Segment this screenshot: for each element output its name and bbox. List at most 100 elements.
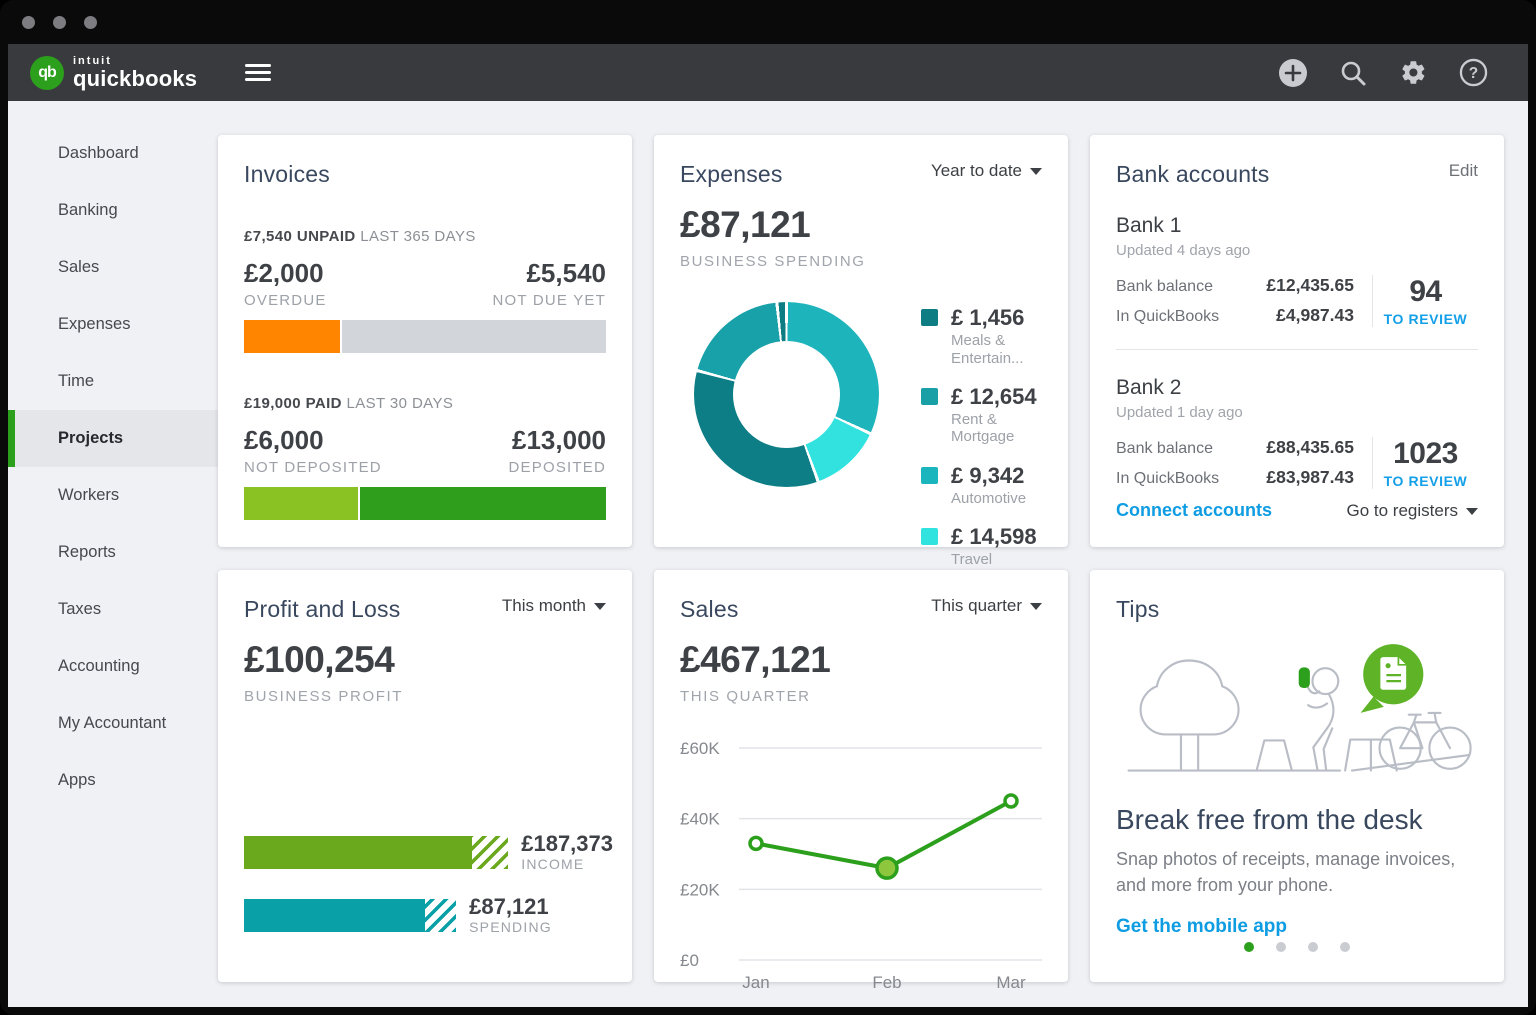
expenses-card-title: Expenses — [680, 161, 783, 188]
sidebar-item-dashboard[interactable]: Dashboard — [8, 125, 218, 182]
edit-link[interactable]: Edit — [1449, 161, 1478, 181]
sidebar-item-label: Apps — [58, 771, 96, 790]
unpaid-progress-bar[interactable] — [244, 320, 606, 353]
expenses-card: Expenses Year to date £87,121 BUSINESS S… — [654, 135, 1068, 547]
invoices-unpaid-section[interactable]: £7,540 UNPAID LAST 365 DAYS £2,000 £5,54… — [244, 228, 606, 353]
paid-summary: £19,000 PAID LAST 30 DAYS — [244, 395, 606, 412]
legend-label: Rent & Mortgage — [951, 411, 1042, 446]
hamburger-menu-icon[interactable] — [245, 60, 271, 85]
sidebar-item-time[interactable]: Time — [8, 353, 218, 410]
sales-range-select[interactable]: This quarter — [931, 596, 1042, 616]
carousel-dot-2[interactable] — [1276, 942, 1286, 952]
bank-updated: Updated 4 days ago — [1116, 242, 1478, 259]
expenses-donut-chart[interactable] — [694, 302, 879, 487]
window-dot-minimize[interactable] — [53, 16, 66, 29]
invoices-paid-section[interactable]: £19,000 PAID LAST 30 DAYS £6,000 £13,000… — [244, 395, 606, 520]
sidebar-item-taxes[interactable]: Taxes — [8, 581, 218, 638]
sidebar-item-my-accountant[interactable]: My Accountant — [8, 695, 218, 752]
connect-accounts-link[interactable]: Connect accounts — [1116, 500, 1272, 521]
bank-row-value: £4,987.43 — [1276, 305, 1354, 326]
sidebar-item-expenses[interactable]: Expenses — [8, 296, 218, 353]
pnl-bar-label: INCOME — [521, 857, 613, 872]
chevron-down-icon — [1030, 168, 1042, 175]
sidebar-item-label: Taxes — [58, 600, 101, 619]
bank-row-label: In QuickBooks — [1116, 470, 1219, 488]
search-icon[interactable] — [1338, 58, 1368, 88]
invoices-card-title: Invoices — [244, 161, 330, 188]
carousel-dot-3[interactable] — [1308, 942, 1318, 952]
chevron-down-icon — [1030, 603, 1042, 610]
chevron-down-icon — [1466, 508, 1478, 515]
sidebar-item-label: Sales — [58, 258, 99, 277]
sidebar-item-label: Reports — [58, 543, 116, 562]
sidebar-item-workers[interactable]: Workers — [8, 467, 218, 524]
sidebar-item-projects[interactable]: Projects — [8, 410, 218, 467]
pnl-bar-hatch — [425, 899, 456, 932]
tips-card-title: Tips — [1116, 596, 1159, 623]
sidebar-item-accounting[interactable]: Accounting — [8, 638, 218, 695]
sidebar-nav: Dashboard Banking Sales ExpensesTimeProject… — [8, 101, 218, 1007]
expenses-range-select[interactable]: Year to date — [931, 161, 1042, 181]
sidebar-item-banking[interactable]: Banking — [8, 182, 218, 239]
bank-account-block: Bank 2Updated 1 day agoBank balance£88,4… — [1116, 376, 1478, 489]
bank-row-value: £88,435.65 — [1266, 437, 1354, 458]
pnl-range-select[interactable]: This month — [502, 596, 606, 616]
help-icon[interactable]: ? — [1458, 58, 1488, 88]
window-dot-zoom[interactable] — [84, 16, 97, 29]
legend-value: £ 14,598 — [951, 524, 1042, 549]
get-mobile-app-link[interactable]: Get the mobile app — [1116, 916, 1287, 937]
carousel-dot-1[interactable] — [1244, 942, 1254, 952]
header-icons: ? — [1278, 58, 1488, 88]
gear-icon[interactable] — [1398, 58, 1428, 88]
sidebar-item-sales[interactable]: Sales — [8, 239, 218, 296]
svg-text:£20K: £20K — [680, 880, 720, 899]
svg-text:Mar: Mar — [996, 973, 1026, 992]
svg-text:Jan: Jan — [742, 973, 769, 992]
to-review-button[interactable]: 94 TO REVIEW — [1372, 275, 1478, 327]
bank-row-label: Bank balance — [1116, 440, 1213, 458]
legend-item[interactable]: £ 12,654Rent & Mortgage — [921, 384, 1042, 446]
window-titlebar — [0, 0, 1536, 44]
dashboard-main: Invoices £7,540 UNPAID LAST 365 DAYS £2,… — [218, 101, 1528, 1007]
expenses-legend: £ 1,456Meals & Entertain... £ 12,654Rent … — [921, 302, 1042, 586]
legend-value: £ 9,342 — [951, 463, 1026, 488]
pnl-bar-row[interactable]: £187,373INCOME — [244, 836, 606, 869]
legend-value: £ 1,456 — [951, 305, 1042, 330]
sidebar-item-label: Banking — [58, 201, 118, 220]
tips-heading: Break free from the desk — [1116, 804, 1478, 836]
carousel-dot-4[interactable] — [1340, 942, 1350, 952]
phone-icon — [1299, 667, 1310, 688]
legend-item[interactable]: £ 1,456Meals & Entertain... — [921, 305, 1042, 367]
invoices-card: Invoices £7,540 UNPAID LAST 365 DAYS £2,… — [218, 135, 632, 547]
quickbooks-logo[interactable]: qb intuit quickbooks — [30, 56, 197, 90]
sidebar-item-label: Accounting — [58, 657, 140, 676]
pnl-card-title: Profit and Loss — [244, 596, 400, 623]
expenses-total: £87,121 — [680, 204, 1042, 246]
to-review-button[interactable]: 1023TO REVIEW — [1372, 437, 1478, 489]
legend-swatch — [921, 388, 938, 405]
legend-item[interactable]: £ 9,342 Automotive — [921, 463, 1042, 508]
bank-row-value: £12,435.65 — [1266, 275, 1354, 296]
pnl-total-label: BUSINESS PROFIT — [244, 688, 606, 705]
review-count: 94 — [1409, 275, 1441, 309]
expenses-total-label: BUSINESS SPENDING — [680, 253, 1042, 270]
go-to-registers-select[interactable]: Go to registers — [1347, 501, 1479, 521]
svg-text:?: ? — [1468, 65, 1477, 82]
tips-carousel-dots — [1116, 942, 1478, 956]
legend-swatch — [921, 467, 938, 484]
review-label: TO REVIEW — [1384, 311, 1468, 327]
legend-label: Automotive — [951, 490, 1026, 507]
bank-row-label: Bank balance — [1116, 278, 1213, 296]
bank-row-value: £83,987.43 — [1266, 467, 1354, 488]
window-dot-close[interactable] — [22, 16, 35, 29]
svg-text:£0: £0 — [680, 951, 699, 970]
paid-progress-bar[interactable] — [244, 487, 606, 520]
app-header: qb intuit quickbooks ? — [8, 44, 1528, 101]
plus-icon[interactable] — [1278, 58, 1308, 88]
sales-total-label: THIS QUARTER — [680, 688, 1042, 705]
sidebar-item-apps[interactable]: Apps — [8, 752, 218, 809]
sidebar-item-reports[interactable]: Reports — [8, 524, 218, 581]
pnl-bar-value: £87,121 — [469, 895, 552, 919]
pnl-bar-row[interactable]: £87,121SPENDING — [244, 899, 606, 932]
legend-label: Meals & Entertain... — [951, 332, 1042, 367]
